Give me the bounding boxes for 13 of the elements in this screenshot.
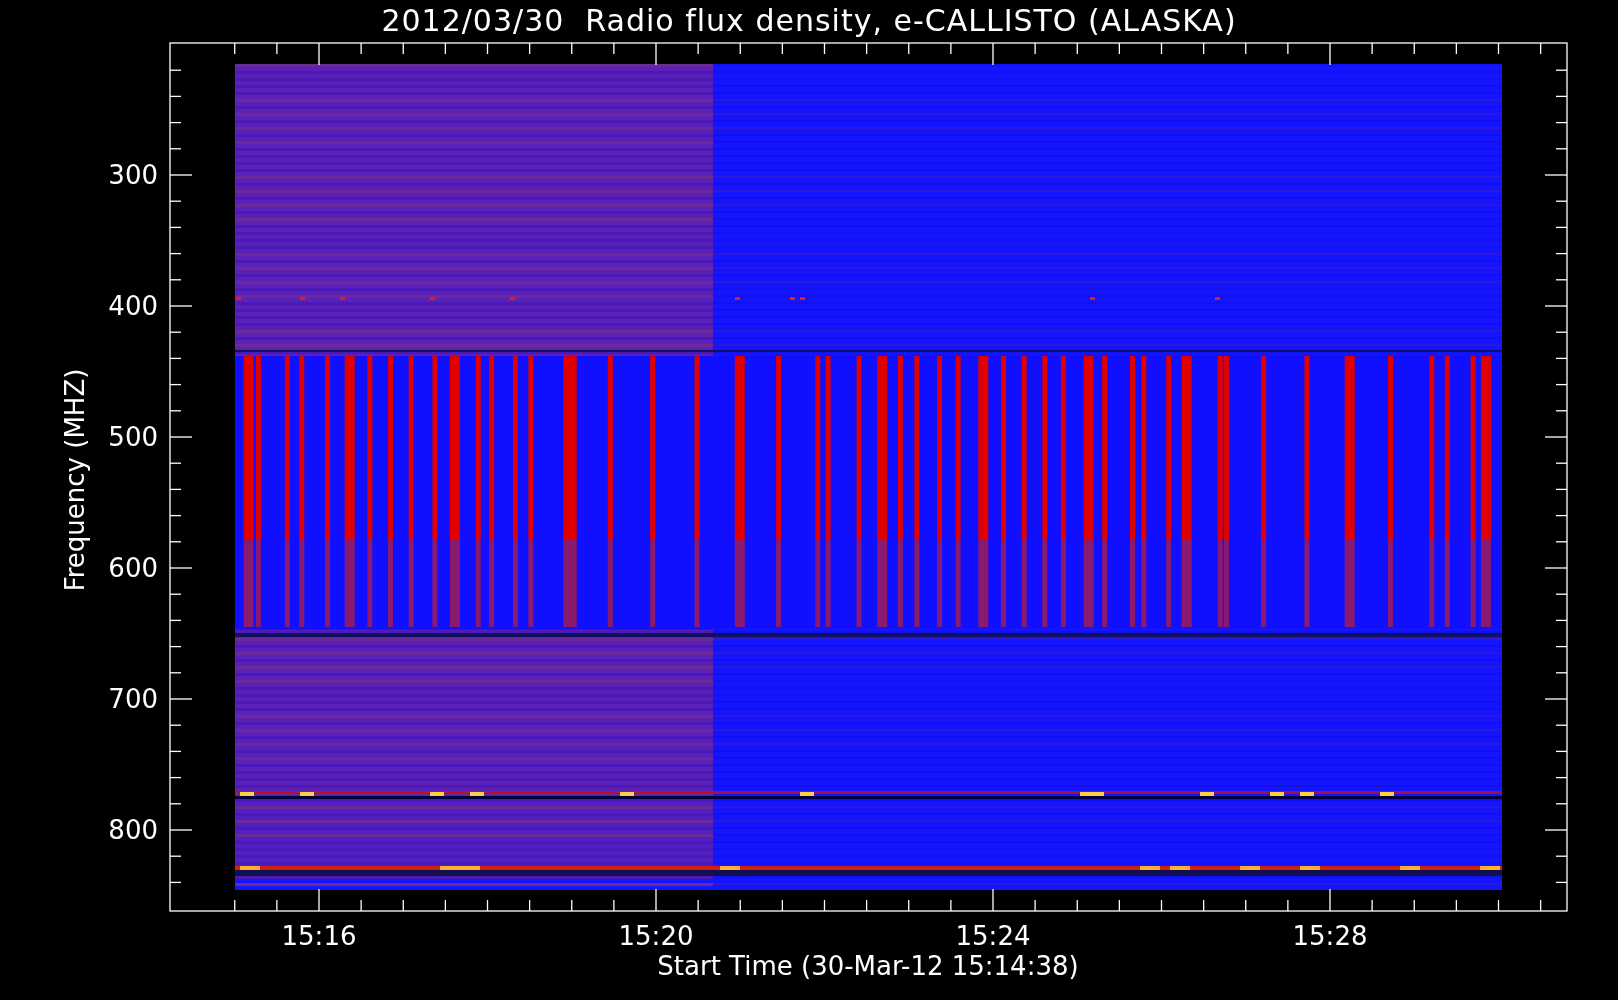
y-tick-label: 500 — [108, 422, 158, 452]
y-tick-label: 400 — [108, 291, 158, 321]
x-tick-label: 15:20 — [618, 921, 694, 951]
x-tick-label: 15:24 — [955, 921, 1031, 951]
plot-title: 2012/03/30 Radio flux density, e-CALLISTO (ALASKA) — [381, 2, 1237, 40]
y-tick-label: 700 — [108, 684, 158, 714]
y-tick-label: 800 — [108, 815, 158, 845]
x-tick-label: 15:16 — [281, 921, 357, 951]
y-tick-label: 600 — [108, 553, 158, 583]
y-tick-label: 300 — [108, 160, 158, 190]
x-axis-label: Start Time (30-Mar-12 15:14:38) — [657, 951, 1079, 981]
y-axis-label: Frequency (MHZ) — [60, 368, 90, 592]
x-tick-label: 15:28 — [1292, 921, 1368, 951]
